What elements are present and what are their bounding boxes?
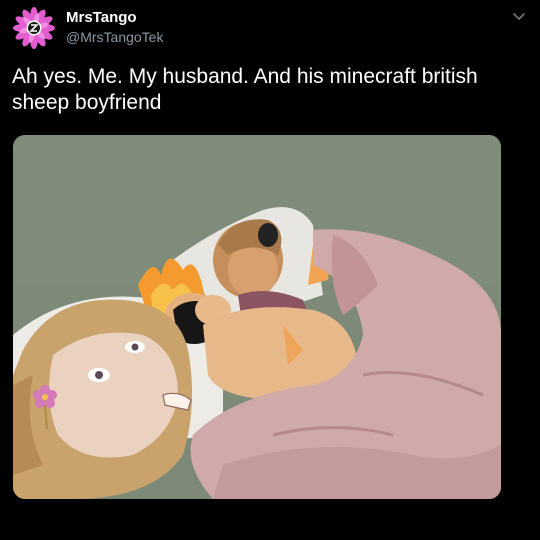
pink-daisy-avatar-icon: [13, 7, 55, 49]
illustration-image: [13, 135, 501, 499]
chevron-down-icon[interactable]: [512, 10, 526, 22]
tweet-media-image[interactable]: [13, 135, 501, 499]
avatar[interactable]: [12, 6, 56, 50]
user-handle[interactable]: @MrsTangoTek: [66, 29, 163, 45]
tweet-text: Ah yes. Me. My husband. And his minecraf…: [12, 65, 478, 114]
display-name[interactable]: MrsTango: [66, 9, 137, 27]
tweet: MrsTango @MrsTangoTek Ah yes. Me. My hus…: [0, 0, 540, 540]
